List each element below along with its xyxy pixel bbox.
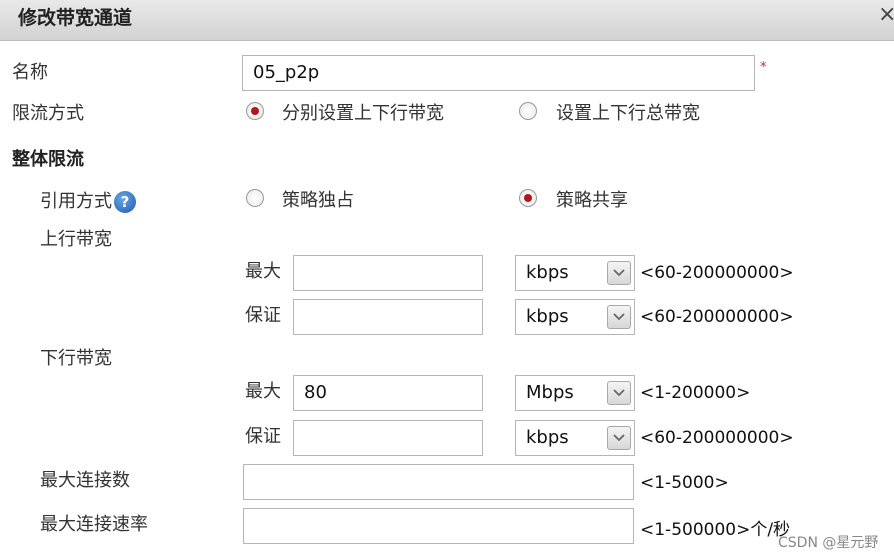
down-guarantee-label: 保证	[245, 426, 281, 447]
down-guarantee-unit-select[interactable]: kbps	[515, 420, 635, 456]
max-connection-rate-range: <1-500000>个/秒	[640, 520, 791, 540]
radio-policy-exclusive[interactable]	[246, 189, 264, 207]
option-separate-bandwidth-label: 分别设置上下行带宽	[282, 103, 444, 124]
up-guarantee-range: <60-200000000>	[640, 307, 794, 327]
max-connections-label: 最大连接数	[40, 470, 130, 491]
limit-mode-label: 限流方式	[12, 103, 84, 124]
down-guarantee-input[interactable]	[293, 420, 483, 456]
up-max-label: 最大	[245, 261, 281, 282]
up-guarantee-label: 保证	[245, 305, 281, 326]
chevron-down-icon[interactable]	[607, 305, 631, 329]
name-input[interactable]: 05_p2p	[242, 55, 755, 91]
chevron-down-icon[interactable]	[607, 426, 631, 450]
upstream-label: 上行带宽	[40, 229, 112, 250]
required-mark: *	[760, 60, 767, 75]
ref-mode-label: 引用方式?	[40, 187, 136, 213]
down-guarantee-unit-value: kbps	[526, 427, 569, 448]
max-connections-range: <1-5000>	[640, 473, 729, 493]
option-policy-shared-label: 策略共享	[556, 190, 628, 211]
dialog-title: 修改带宽通道	[18, 7, 133, 29]
down-max-label: 最大	[245, 381, 281, 402]
down-max-range: <1-200000>	[640, 383, 751, 403]
option-total-bandwidth-label: 设置上下行总带宽	[556, 103, 700, 124]
up-max-unit-value: kbps	[526, 262, 569, 283]
close-icon[interactable]: ×	[878, 2, 894, 27]
max-connections-input[interactable]	[243, 464, 634, 500]
max-connection-rate-label: 最大连接速率	[40, 514, 148, 535]
option-policy-exclusive-label: 策略独占	[282, 190, 354, 211]
watermark: CSDN @星元野	[778, 535, 879, 551]
up-max-input[interactable]	[293, 255, 483, 291]
radio-policy-shared[interactable]	[519, 189, 537, 207]
downstream-label: 下行带宽	[40, 348, 112, 369]
radio-total-bandwidth[interactable]	[519, 102, 537, 120]
up-guarantee-unit-select[interactable]: kbps	[515, 299, 635, 335]
down-max-unit-select[interactable]: Mbps	[515, 375, 635, 411]
name-label: 名称	[12, 62, 48, 83]
down-max-unit-value: Mbps	[526, 382, 574, 403]
section-overall-limit: 整体限流	[12, 149, 84, 170]
up-max-unit-select[interactable]: kbps	[515, 255, 635, 291]
up-guarantee-input[interactable]	[293, 299, 483, 335]
up-guarantee-unit-value: kbps	[526, 306, 569, 327]
chevron-down-icon[interactable]	[607, 261, 631, 285]
ref-mode-label-text: 引用方式	[40, 191, 112, 212]
max-connection-rate-input[interactable]	[243, 508, 634, 544]
down-max-input[interactable]: 80	[293, 375, 483, 411]
dialog-titlebar: 修改带宽通道 ×	[0, 0, 894, 41]
up-max-range: <60-200000000>	[640, 263, 794, 283]
down-guarantee-range: <60-200000000>	[640, 428, 794, 448]
radio-separate-bandwidth[interactable]	[246, 102, 264, 120]
help-icon[interactable]: ?	[114, 191, 136, 213]
chevron-down-icon[interactable]	[607, 381, 631, 405]
